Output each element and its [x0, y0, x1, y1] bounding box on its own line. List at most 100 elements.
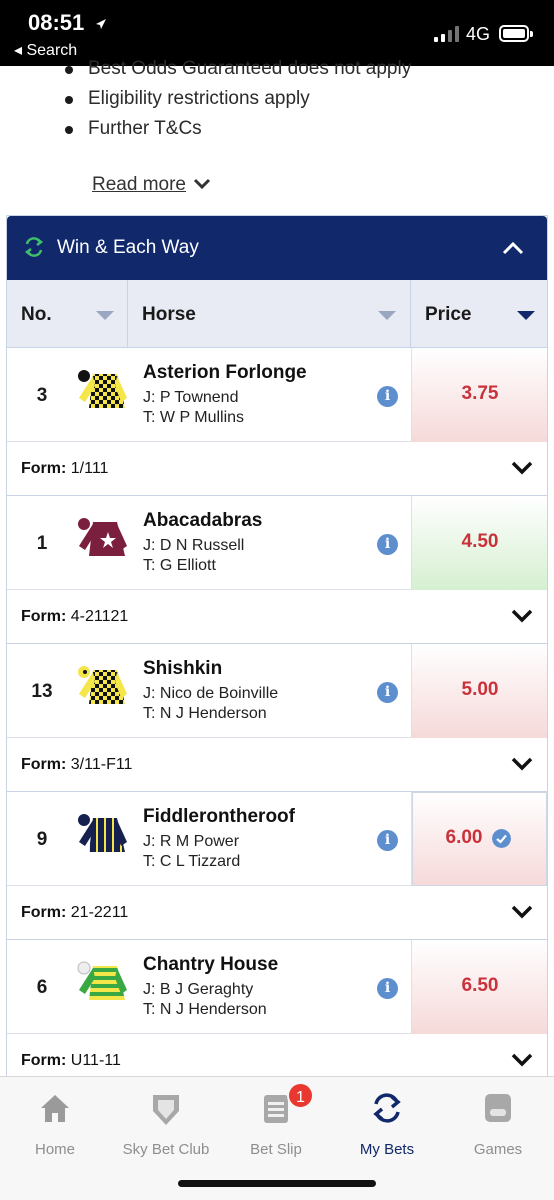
- form-row[interactable]: Form: 4-21121: [7, 590, 547, 644]
- horse-name: Fiddlerontheroof: [143, 806, 295, 827]
- trainer-name: T: N J Henderson: [143, 1001, 267, 1018]
- form-value: U11-11: [70, 1052, 121, 1069]
- refresh-arrows-icon: [24, 237, 44, 257]
- signal-icon: [434, 26, 460, 42]
- mybets-icon: [373, 1093, 401, 1123]
- tab-bet-slip[interactable]: Bet Slip: [221, 1087, 331, 1167]
- runner-number: 3: [36, 385, 48, 406]
- sort-by-horse[interactable]: Horse: [128, 280, 411, 348]
- jockey-silks-icon: [77, 961, 127, 1000]
- form-value: 4-21121: [70, 608, 129, 625]
- info-icon[interactable]: i: [377, 978, 398, 999]
- terms-section: Best Odds Guaranteed does not apply Elig…: [0, 54, 554, 195]
- horse-name: Chantry House: [143, 954, 279, 975]
- form-row[interactable]: Form: 3/11-F11: [7, 738, 547, 792]
- info-icon[interactable]: i: [377, 386, 398, 407]
- chevron-down-icon[interactable]: [510, 904, 534, 920]
- form-text: Form: 3/11-F11: [21, 756, 132, 774]
- runner-number: 9: [36, 829, 48, 850]
- terms-list: Best Odds Guaranteed does not apply Elig…: [0, 54, 554, 144]
- games-icon: [485, 1094, 511, 1122]
- runner-main: 1 Abacadabras J: D N Russell T: G Elliot…: [7, 496, 547, 590]
- club-icon: [153, 1095, 179, 1125]
- jockey-silks-icon: [78, 370, 127, 408]
- chevron-down-icon[interactable]: [510, 1052, 534, 1068]
- runner-number: 1: [36, 533, 48, 554]
- column-no-label: No.: [21, 304, 52, 325]
- horse-name: Shishkin: [143, 658, 223, 679]
- network-type: 4G: [466, 24, 491, 44]
- info-icon[interactable]: i: [377, 830, 398, 851]
- runner-row: 3 Asterion Forlonge J: P Townend T: W P …: [7, 348, 547, 496]
- tab-my-bets[interactable]: My Bets: [332, 1087, 442, 1167]
- chevron-down-icon[interactable]: [192, 176, 212, 192]
- home-icon: [41, 1095, 69, 1122]
- selected-check-icon: [492, 829, 511, 848]
- chevron-up-icon[interactable]: [501, 238, 525, 258]
- runner-main: 3 Asterion Forlonge J: P Townend T: W P …: [7, 348, 547, 442]
- price-value: 3.75: [461, 383, 499, 404]
- price-button[interactable]: 5.00: [411, 644, 547, 738]
- terms-item: Eligibility restrictions apply: [65, 84, 554, 114]
- sort-triangle-icon: [96, 311, 114, 320]
- info-icon[interactable]: i: [377, 682, 398, 703]
- read-more-link[interactable]: Read more: [92, 174, 186, 196]
- jockey-name: J: P Townend: [143, 389, 239, 406]
- horse-name: Asterion Forlonge: [143, 362, 307, 383]
- price-value: 4.50: [461, 531, 499, 552]
- tab-label: Sky Bet Club: [122, 1141, 210, 1158]
- tab-games[interactable]: Games: [443, 1087, 553, 1167]
- sort-by-number[interactable]: No.: [7, 280, 128, 348]
- price-button-selected[interactable]: 6.00: [411, 792, 547, 886]
- chevron-down-icon[interactable]: [510, 460, 534, 476]
- battery-icon: [499, 25, 533, 42]
- form-row[interactable]: Form: 1/111: [7, 442, 547, 496]
- price-value: 5.00: [461, 679, 499, 700]
- jockey-name: J: B J Geraghty: [143, 981, 254, 998]
- tab-label: Home: [34, 1141, 75, 1158]
- form-text: Form: 1/111: [21, 460, 108, 478]
- location-arrow-icon: [96, 19, 106, 29]
- jockey-name: J: Nico de Boinville: [143, 685, 279, 702]
- column-price-label: Price: [425, 304, 472, 325]
- tab-label: Bet Slip: [250, 1141, 302, 1158]
- tab-label: Games: [473, 1141, 523, 1158]
- runner-main: 13 Shishkin J: Nico de Boinville T: N J …: [7, 644, 547, 738]
- form-row[interactable]: Form: 21-2211: [7, 886, 547, 940]
- betslip-count-badge: 1: [287, 1082, 314, 1109]
- price-button[interactable]: 4.50: [411, 496, 547, 590]
- column-horse-label: Horse: [142, 304, 196, 325]
- column-headers: No. Horse Price: [7, 280, 547, 348]
- jockey-silks-icon: [78, 518, 127, 556]
- trainer-name: T: W P Mullins: [143, 409, 245, 426]
- runner-row: 9 Fiddlerontheroof J: R M Power T: C L T…: [7, 792, 547, 940]
- form-label: Form:: [21, 756, 67, 773]
- trainer-name: T: G Elliott: [143, 557, 216, 574]
- jockey-silks-icon: [78, 814, 127, 852]
- info-icon[interactable]: i: [377, 534, 398, 555]
- form-label: Form:: [21, 1052, 67, 1069]
- runner-number: 6: [36, 977, 48, 998]
- price-value: 6.50: [461, 975, 499, 996]
- chevron-down-icon[interactable]: [510, 756, 534, 772]
- market-header[interactable]: Win & Each Way: [7, 216, 547, 280]
- runner-row: 1 Abacadabras J: D N Russell T: G Elliot…: [7, 496, 547, 644]
- price-button[interactable]: 6.50: [411, 940, 547, 1034]
- chevron-down-icon[interactable]: [510, 608, 534, 624]
- price-button[interactable]: 3.75: [411, 348, 547, 442]
- jockey-silks-icon: [78, 666, 127, 704]
- tab-sky-bet-club[interactable]: Sky Bet Club: [111, 1087, 221, 1167]
- form-text: Form: 21-2211: [21, 904, 128, 922]
- sort-triangle-icon: [517, 311, 535, 320]
- runner-number: 13: [31, 681, 53, 702]
- trainer-name: T: N J Henderson: [143, 705, 267, 722]
- sort-by-price[interactable]: Price: [411, 280, 547, 348]
- tab-home[interactable]: Home: [0, 1087, 110, 1167]
- form-label: Form:: [21, 608, 67, 625]
- sort-triangle-icon: [378, 311, 396, 320]
- runner-main: 9 Fiddlerontheroof J: R M Power T: C L T…: [7, 792, 547, 886]
- tab-label: My Bets: [359, 1141, 415, 1158]
- market-title: Win & Each Way: [57, 237, 199, 258]
- home-indicator: [178, 1180, 376, 1187]
- terms-item: Further T&Cs: [65, 114, 554, 144]
